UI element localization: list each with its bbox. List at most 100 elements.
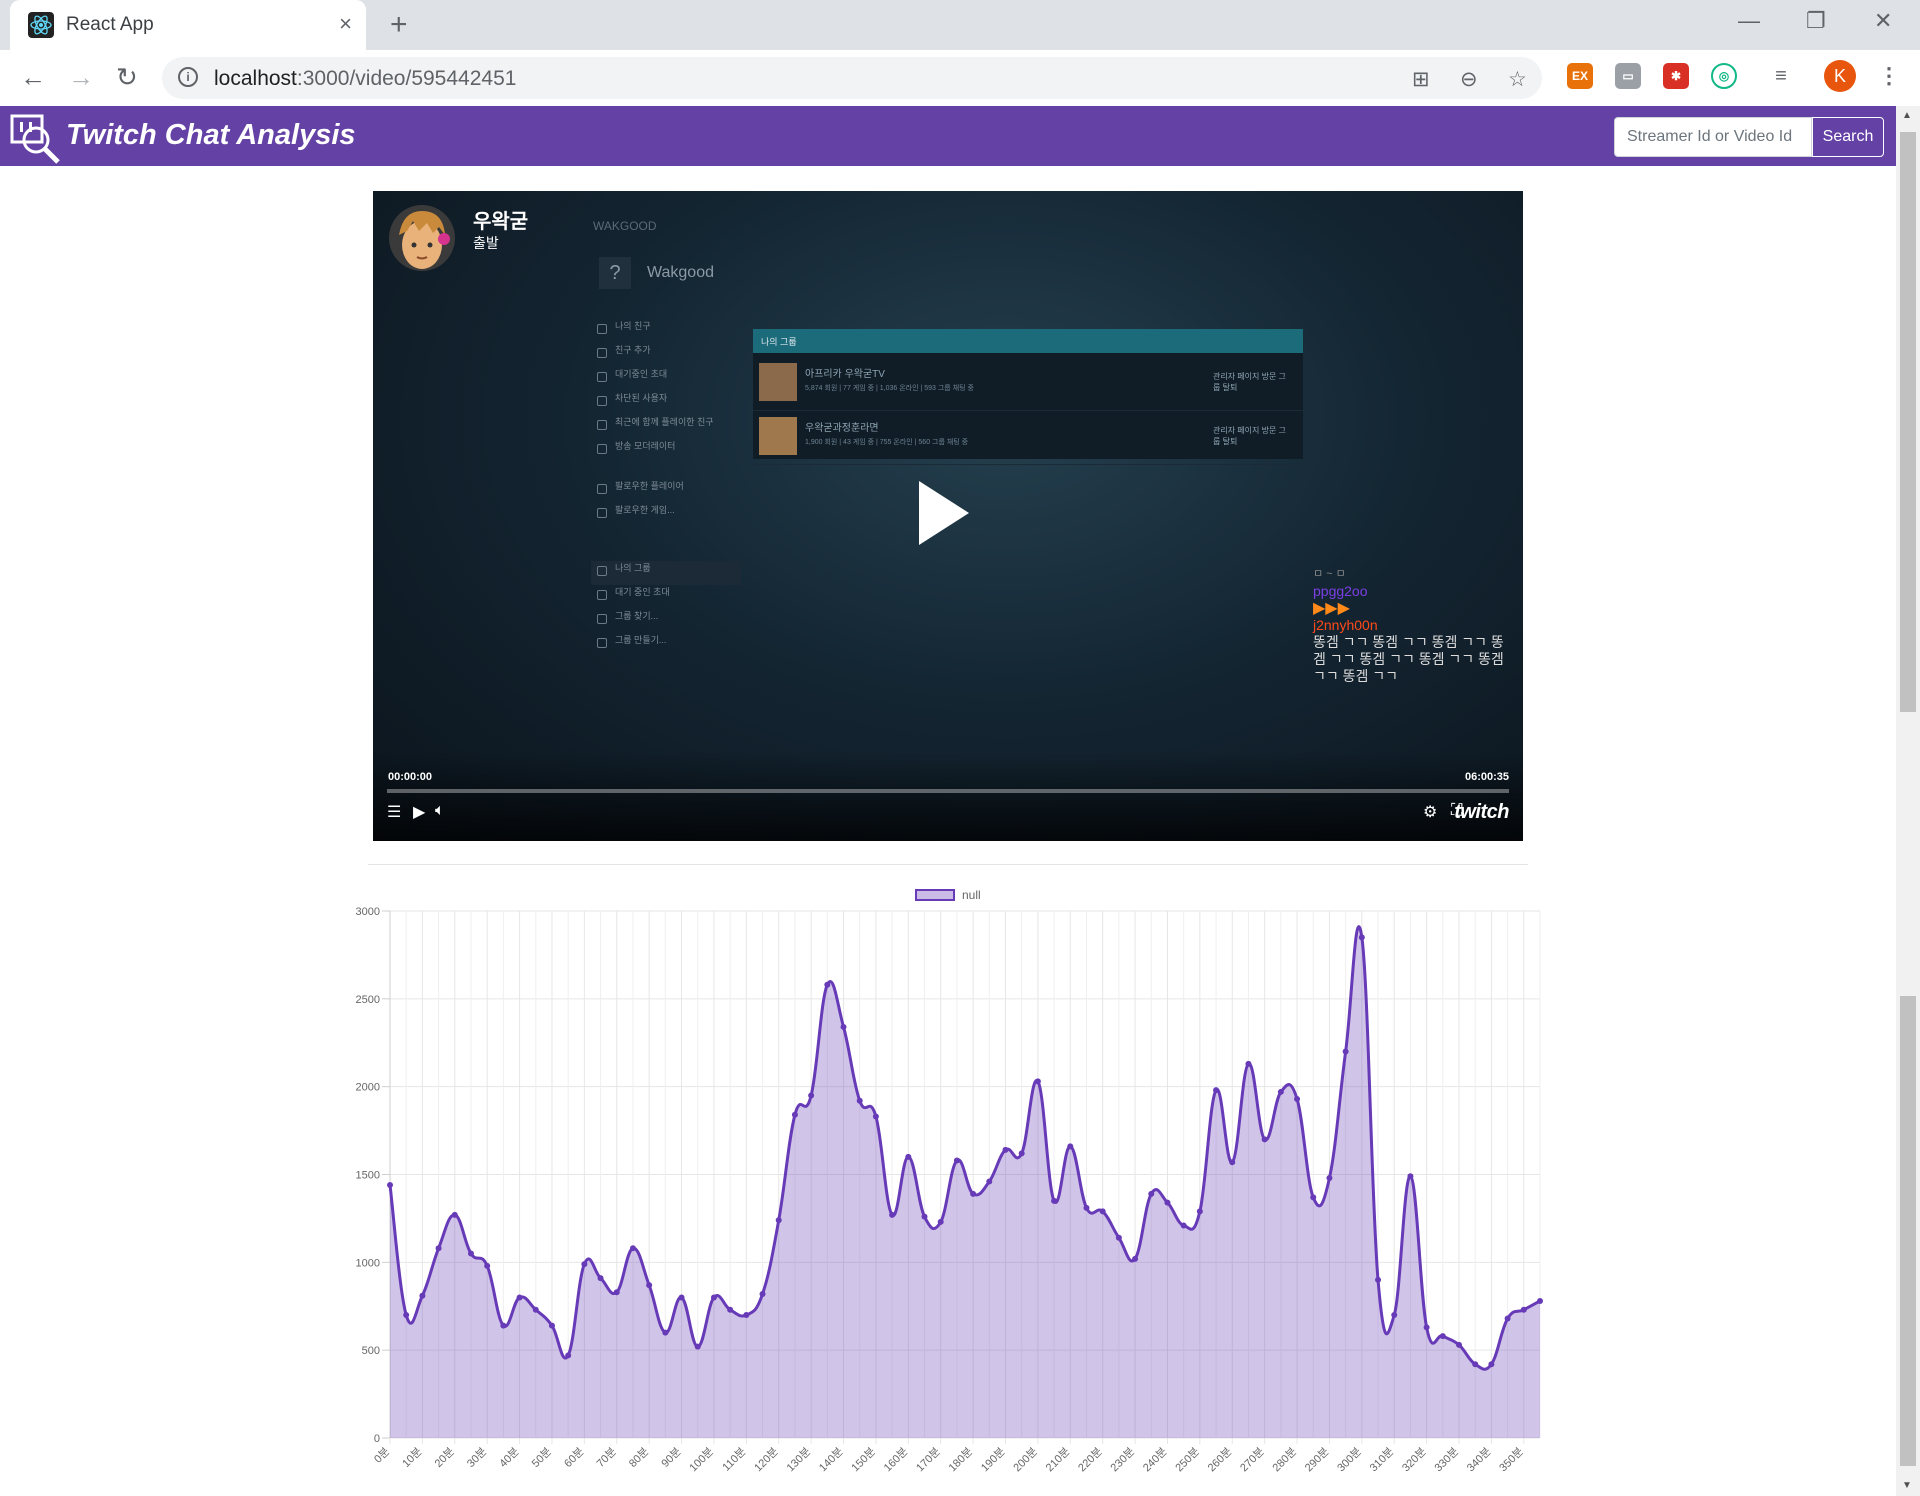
data-point[interactable] xyxy=(613,1289,620,1296)
scroll-down-icon[interactable]: ▼ xyxy=(1902,1480,1912,1491)
close-tab-icon[interactable]: × xyxy=(339,11,352,37)
data-point[interactable] xyxy=(791,1111,798,1118)
data-point[interactable] xyxy=(532,1306,539,1313)
data-point[interactable] xyxy=(759,1290,766,1297)
profile-avatar[interactable]: K xyxy=(1824,60,1856,92)
data-point[interactable] xyxy=(1099,1208,1106,1215)
chat-analysis-logo-icon[interactable] xyxy=(8,110,62,164)
translate-icon[interactable]: ⊞ xyxy=(1412,67,1430,92)
scroll-up-icon[interactable]: ▲ xyxy=(1902,110,1912,121)
data-point[interactable] xyxy=(1391,1312,1398,1319)
page-scrollbar[interactable]: ▲ ▼ xyxy=(1896,106,1920,1496)
data-point[interactable] xyxy=(986,1178,993,1185)
restore-icon[interactable]: ❐ xyxy=(1806,8,1826,34)
streamer-avatar[interactable] xyxy=(389,205,455,271)
address-bar[interactable]: i localhost:3000/video/595442451 ⊞ ⊖ ☆ xyxy=(162,57,1542,99)
scrollbar-thumb[interactable] xyxy=(1900,132,1916,712)
data-point[interactable] xyxy=(808,1092,815,1099)
data-point[interactable] xyxy=(953,1157,960,1164)
data-point[interactable] xyxy=(565,1352,572,1359)
data-point[interactable] xyxy=(1213,1087,1220,1094)
data-point[interactable] xyxy=(970,1190,977,1197)
data-point[interactable] xyxy=(1034,1078,1041,1085)
data-point[interactable] xyxy=(435,1245,442,1252)
data-point[interactable] xyxy=(1310,1194,1317,1201)
close-window-icon[interactable]: ✕ xyxy=(1874,8,1892,34)
data-point[interactable] xyxy=(1407,1173,1414,1180)
data-point[interactable] xyxy=(1277,1088,1284,1095)
data-point[interactable] xyxy=(1132,1255,1139,1262)
data-point[interactable] xyxy=(1375,1276,1382,1283)
data-point[interactable] xyxy=(1358,934,1365,941)
data-point[interactable] xyxy=(1164,1199,1171,1206)
streamer-name[interactable]: 우왁굳 xyxy=(473,205,528,234)
data-point[interactable] xyxy=(872,1113,879,1120)
bookmark-star-icon[interactable]: ☆ xyxy=(1508,67,1527,92)
data-point[interactable] xyxy=(824,981,831,988)
data-point[interactable] xyxy=(937,1218,944,1225)
data-point[interactable] xyxy=(1180,1222,1187,1229)
scrollbar-track-segment[interactable] xyxy=(1900,996,1916,1466)
minimize-icon[interactable]: — xyxy=(1738,8,1760,34)
streamer-search-input[interactable] xyxy=(1614,117,1812,157)
data-point[interactable] xyxy=(1472,1361,1479,1368)
data-point[interactable] xyxy=(840,1023,847,1030)
data-point[interactable] xyxy=(403,1312,410,1319)
data-point[interactable] xyxy=(1002,1146,1009,1153)
data-point[interactable] xyxy=(1326,1175,1333,1182)
seek-bar[interactable] xyxy=(387,789,1509,793)
data-point[interactable] xyxy=(1083,1204,1090,1211)
menu-dots-icon[interactable]: ⋮ xyxy=(1876,63,1902,89)
twitch-video-player[interactable]: ? Wakgood WAKGOOD 나의 친구 친구 추가 대기중인 초대 차단… xyxy=(373,191,1523,841)
data-point[interactable] xyxy=(467,1250,474,1257)
url-text[interactable]: localhost:3000/video/595442451 xyxy=(214,67,516,91)
new-tab-button[interactable]: + xyxy=(390,8,408,42)
extension-red-icon[interactable]: ✱ xyxy=(1663,63,1689,89)
play-icon[interactable]: ▶ xyxy=(413,802,425,822)
zoom-out-icon[interactable]: ⊖ xyxy=(1460,67,1478,92)
data-point[interactable] xyxy=(1488,1361,1495,1368)
site-info-icon[interactable]: i xyxy=(178,67,198,87)
data-point[interactable] xyxy=(419,1292,426,1299)
data-point[interactable] xyxy=(597,1275,604,1282)
data-point[interactable] xyxy=(1229,1159,1236,1166)
forward-icon[interactable]: → xyxy=(68,62,94,93)
data-point[interactable] xyxy=(1294,1095,1301,1102)
data-point[interactable] xyxy=(1245,1060,1252,1067)
data-point[interactable] xyxy=(710,1294,717,1301)
data-point[interactable] xyxy=(1261,1136,1268,1143)
data-point[interactable] xyxy=(775,1217,782,1224)
extension-circle-icon[interactable]: ◎ xyxy=(1711,63,1737,89)
data-point[interactable] xyxy=(1439,1333,1446,1340)
app-title[interactable]: Twitch Chat Analysis xyxy=(66,119,356,152)
data-point[interactable] xyxy=(1456,1341,1463,1348)
reload-icon[interactable]: ↻ xyxy=(116,62,138,93)
play-overlay-icon[interactable] xyxy=(919,481,969,545)
chapters-list-icon[interactable]: ☰ xyxy=(387,802,401,822)
browser-tab[interactable]: React App × xyxy=(10,0,366,50)
data-point[interactable] xyxy=(387,1182,393,1189)
data-point[interactable] xyxy=(548,1322,555,1329)
data-point[interactable] xyxy=(516,1294,523,1301)
twitch-logo[interactable]: twitch xyxy=(1454,801,1509,824)
back-icon[interactable]: ← xyxy=(20,62,46,93)
data-point[interactable] xyxy=(1504,1315,1511,1322)
data-point[interactable] xyxy=(694,1343,701,1350)
data-point[interactable] xyxy=(1067,1143,1074,1150)
data-point[interactable] xyxy=(581,1261,588,1268)
cast-extension-icon[interactable]: ▭ xyxy=(1615,63,1641,89)
data-point[interactable] xyxy=(1148,1190,1155,1197)
settings-gear-icon[interactable]: ⚙ xyxy=(1423,802,1437,822)
data-point[interactable] xyxy=(856,1097,863,1104)
data-point[interactable] xyxy=(451,1211,458,1218)
data-point[interactable] xyxy=(629,1245,636,1252)
data-point[interactable] xyxy=(1423,1324,1430,1331)
data-point[interactable] xyxy=(1115,1234,1122,1241)
extension-ex-icon[interactable]: EX xyxy=(1567,63,1593,89)
search-button[interactable]: Search xyxy=(1812,117,1884,157)
data-point[interactable] xyxy=(678,1294,685,1301)
data-point[interactable] xyxy=(1520,1306,1527,1313)
data-point[interactable] xyxy=(1018,1150,1025,1157)
volume-icon[interactable]: 🔈︎ xyxy=(435,802,445,820)
data-point[interactable] xyxy=(743,1312,750,1319)
